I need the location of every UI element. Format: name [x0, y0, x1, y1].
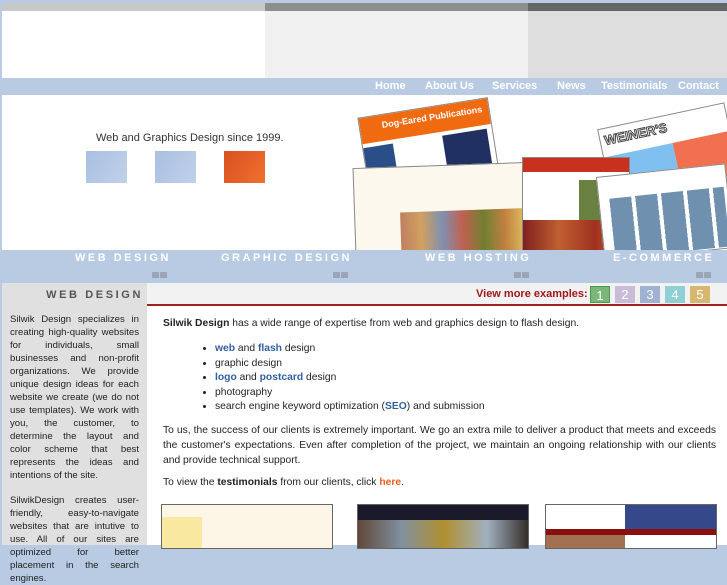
example-page-2[interactable]: 2 [615, 286, 635, 303]
list-item: web and flash design [215, 342, 485, 357]
example-screenshot[interactable] [545, 504, 717, 549]
category-web-design[interactable]: WEB DESIGN [75, 252, 171, 264]
sidebar: WEB DESIGN Silwik Design specializes in … [2, 283, 147, 584]
example-page-3[interactable]: 3 [640, 286, 660, 303]
list-item: photography [215, 386, 485, 401]
example-screenshot[interactable] [161, 504, 333, 549]
view-more-label: View more examples: [476, 288, 588, 300]
examples-bar: View more examples: 1 2 3 4 5 [147, 283, 727, 305]
sidebar-paragraph: Silwik Design specializes in creating hi… [10, 314, 139, 481]
nav-testimonials[interactable]: Testimonials [601, 80, 667, 92]
nav-about-us[interactable]: About Us [425, 80, 474, 92]
nav-services[interactable]: Services [492, 80, 537, 92]
hero: Web and Graphics Design since 1999. Dog-… [2, 95, 727, 250]
main-nav: Home About Us Services News Testimonials… [0, 78, 727, 95]
list-item: graphic design [215, 357, 485, 372]
list-item: search engine keyword optimization (SEO)… [215, 400, 485, 415]
testimonials-line: To view the testimonials from our client… [163, 477, 404, 488]
nav-contact[interactable]: Contact [678, 80, 719, 92]
category-web-hosting[interactable]: WEB HOSTING [425, 252, 531, 264]
category-e-commerce[interactable]: E-COMMERCE [613, 252, 714, 264]
brand-name: Silwik Design [163, 318, 230, 329]
graphic-design-thumbnail[interactable] [155, 151, 196, 183]
intro-text: has a wide range of expertise from web a… [229, 318, 580, 329]
header-banner [2, 3, 727, 78]
postcard-link[interactable]: postcard [260, 372, 304, 383]
logo-link[interactable]: logo [215, 372, 237, 383]
hosting-thumbnail[interactable] [224, 151, 265, 183]
category-bar: WEB DESIGN GRAPHIC DESIGN WEB HOSTING E-… [0, 250, 727, 296]
example-screenshot[interactable] [357, 504, 529, 549]
sidebar-paragraph: SilwikDesign creates user-friendly, easy… [10, 495, 139, 584]
here-link[interactable]: here [379, 477, 401, 488]
example-page-1[interactable]: 1 [590, 286, 610, 303]
category-graphic-design[interactable]: GRAPHIC DESIGN [221, 252, 352, 264]
example-page-5[interactable]: 5 [690, 286, 710, 303]
web-link[interactable]: web [215, 343, 235, 354]
main-content: Silwik Design has a wide range of expert… [147, 306, 727, 549]
portfolio-screenshot [595, 163, 727, 250]
portfolio-screenshot [352, 161, 531, 250]
nav-home[interactable]: Home [375, 80, 406, 92]
web-design-thumbnail[interactable] [86, 151, 127, 183]
tagline: Web and Graphics Design since 1999. [96, 132, 284, 144]
flash-link[interactable]: flash [258, 343, 282, 354]
sidebar-title: WEB DESIGN [46, 289, 143, 301]
seo-link[interactable]: SEO [385, 401, 407, 412]
list-item: logo and postcard design [215, 371, 485, 386]
nav-news[interactable]: News [557, 80, 586, 92]
example-page-4[interactable]: 4 [665, 286, 685, 303]
services-list: web and flash design graphic design logo… [215, 342, 485, 415]
commitment-paragraph: To us, the success of our clients is ext… [163, 425, 716, 466]
